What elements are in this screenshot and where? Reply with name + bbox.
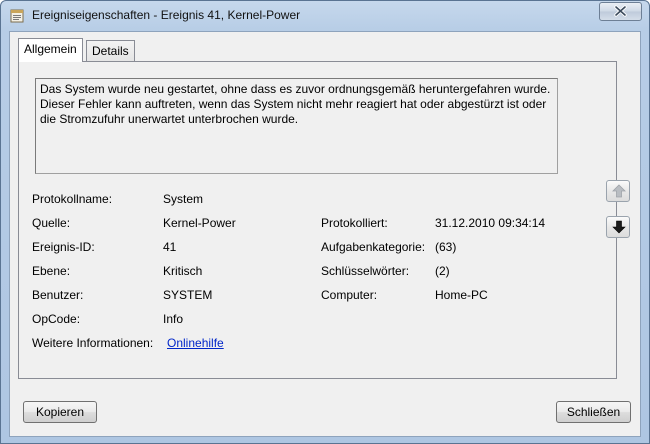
opcode-label: OpCode:	[32, 312, 81, 326]
general-tab-panel: Das System wurde neu gestartet, ohne das…	[18, 61, 617, 379]
next-event-button[interactable]	[606, 216, 630, 238]
task-category-label: Aufgabenkategorie:	[321, 240, 426, 254]
close-button[interactable]	[599, 2, 642, 21]
keywords-value[interactable]: (2)	[435, 264, 450, 278]
computer-value[interactable]: Home-PC	[435, 288, 488, 302]
log-name-value[interactable]: System	[163, 192, 203, 206]
computer-label: Computer:	[321, 288, 378, 302]
event-properties-icon	[10, 9, 24, 23]
logged-value[interactable]: 31.12.2010 09:34:14	[435, 216, 545, 230]
source-label: Quelle:	[32, 216, 71, 230]
tab-details-label: Details	[92, 44, 129, 58]
title-bar[interactable]: Ereigniseigenschaften - Ereignis 41, Ker…	[1, 1, 649, 31]
window-title: Ereigniseigenschaften - Ereignis 41, Ker…	[32, 8, 301, 22]
tab-general-label: Allgemein	[24, 42, 77, 56]
tab-details[interactable]: Details	[86, 40, 135, 62]
arrow-down-icon	[612, 220, 626, 234]
user-value[interactable]: SYSTEM	[163, 288, 212, 302]
event-properties-window: Ereigniseigenschaften - Ereignis 41, Ker…	[0, 0, 650, 444]
source-value[interactable]: Kernel-Power	[163, 216, 236, 230]
online-help-link[interactable]: Onlinehilfe	[167, 336, 224, 350]
arrow-up-icon	[612, 184, 626, 198]
level-label: Ebene:	[32, 264, 71, 278]
opcode-value[interactable]: Info	[163, 312, 183, 326]
previous-event-button[interactable]	[606, 180, 630, 202]
close-dialog-button[interactable]: Schließen	[556, 401, 631, 423]
logged-label: Protokolliert:	[321, 216, 388, 230]
log-name-label: Protokollname:	[32, 192, 113, 206]
more-info-label: Weitere Informationen:	[32, 336, 154, 350]
dialog-body: Allgemein Details Das System wurde neu g…	[9, 31, 641, 437]
user-label: Benutzer:	[32, 288, 84, 302]
event-id-label: Ereignis-ID:	[32, 240, 95, 254]
copy-button[interactable]: Kopieren	[23, 401, 97, 423]
task-category-value[interactable]: (63)	[435, 240, 456, 254]
event-description[interactable]: Das System wurde neu gestartet, ohne das…	[35, 78, 558, 174]
close-icon	[614, 5, 627, 17]
keywords-label: Schlüsselwörter:	[321, 264, 410, 278]
tab-general[interactable]: Allgemein	[18, 38, 83, 62]
event-id-value[interactable]: 41	[163, 240, 176, 254]
level-value[interactable]: Kritisch	[163, 264, 202, 278]
